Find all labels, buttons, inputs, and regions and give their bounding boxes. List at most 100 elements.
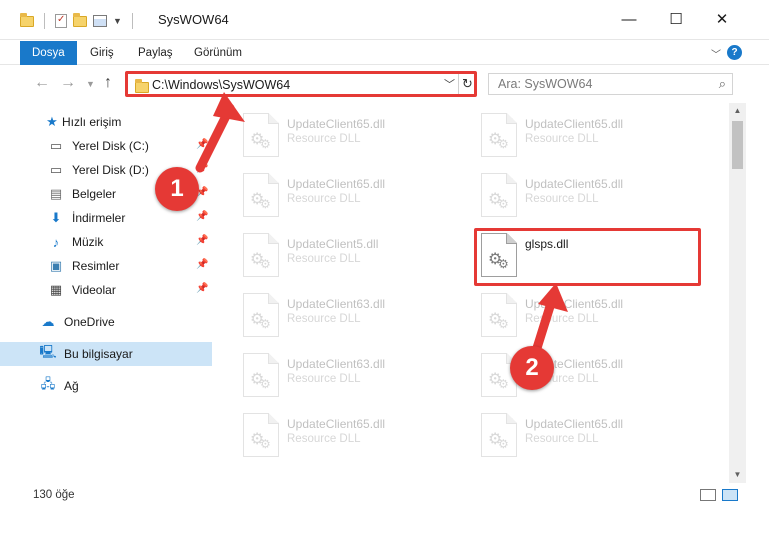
minimize-button[interactable]: —: [617, 8, 641, 30]
window-title: SysWOW64: [158, 12, 229, 27]
sidebar-item-label: Resimler: [72, 259, 120, 273]
gear-icon: ⚙: [498, 437, 509, 451]
tab-home[interactable]: Giriş: [90, 41, 114, 65]
vertical-scrollbar[interactable]: ▲ ▼: [729, 103, 746, 483]
gear-icon: ⚙: [498, 317, 509, 331]
sidebar-item-network[interactable]: 🖧 Ağ: [0, 374, 212, 398]
tab-view[interactable]: Görünüm: [194, 41, 242, 65]
address-dropdown-chevron-icon[interactable]: ﹀: [444, 76, 455, 92]
tab-file[interactable]: Dosya: [20, 41, 77, 65]
new-folder-icon[interactable]: [73, 12, 87, 27]
sidebar-item-label: OneDrive: [64, 315, 115, 329]
file-item[interactable]: ⚙ ⚙ UpdateClient65.dll Resource DLL: [451, 407, 681, 463]
sidebar-item-local-disk-c[interactable]: ▭ Yerel Disk (C:) 📌: [0, 134, 212, 158]
properties-check-icon[interactable]: [55, 14, 67, 28]
expand-ribbon-chevron-icon[interactable]: ﹀: [711, 46, 721, 61]
file-item[interactable]: ⚙ ⚙ UpdateClient5.dll Resource DLL: [213, 227, 443, 283]
file-name: UpdateClient63.dll: [287, 297, 386, 311]
pictures-icon: ▣: [49, 258, 63, 273]
sidebar-item-pictures[interactable]: ▣ Resimler 📌: [0, 254, 212, 278]
status-bar: 130 öğe: [0, 483, 769, 507]
sidebar-item-label: Yerel Disk (C:): [72, 139, 149, 153]
file-list: ⚙ ⚙ UpdateClient65.dll Resource DLL ⚙ ⚙ Up…: [213, 103, 729, 483]
pin-icon[interactable]: 📌: [196, 283, 208, 294]
sidebar-item-music[interactable]: ♪ Müzik 📌: [0, 230, 212, 254]
details-view-icon[interactable]: [700, 489, 716, 501]
gear-icon: ⚙: [260, 377, 271, 391]
file-item[interactable]: ⚙ ⚙ UpdateClient65.dll Resource DLL: [451, 107, 681, 163]
dll-file-icon: ⚙ ⚙: [243, 113, 279, 157]
file-type: Resource DLL: [525, 433, 599, 445]
dll-file-icon: ⚙ ⚙: [481, 113, 517, 157]
drive-icon: ▭: [49, 138, 63, 153]
cloud-icon: ☁: [41, 314, 55, 329]
gear-icon: ⚙: [498, 197, 509, 211]
file-type: Resource DLL: [287, 433, 361, 445]
sidebar-item-label: Videolar: [72, 283, 116, 297]
drive-icon: ▭: [49, 162, 63, 177]
navigation-bar: ← → ▼ ↑ C:\Windows\SysWOW64 ﹀ ↻ Ara: Sys…: [0, 66, 769, 102]
maximize-button[interactable]: ☐: [664, 8, 688, 30]
dll-file-icon: ⚙ ⚙: [481, 413, 517, 457]
videos-icon: ▦: [49, 282, 63, 297]
dll-file-icon: ⚙ ⚙: [243, 353, 279, 397]
dll-file-icon: ⚙ ⚙: [243, 233, 279, 277]
help-icon[interactable]: ?: [727, 45, 742, 60]
address-path[interactable]: C:\Windows\SysWOW64: [152, 78, 290, 92]
scrollbar-thumb[interactable]: [732, 121, 743, 169]
sidebar-item-this-pc[interactable]: 🖳 Bu bilgisayar: [0, 342, 212, 366]
file-type: Resource DLL: [287, 133, 361, 145]
dll-file-icon: ⚙ ⚙: [481, 173, 517, 217]
search-icon[interactable]: ⌕: [719, 76, 726, 92]
gear-icon: ⚙: [260, 137, 271, 151]
sidebar-item-onedrive[interactable]: ☁ OneDrive: [0, 310, 212, 334]
search-input[interactable]: Ara: SysWOW64 ⌕: [488, 73, 733, 95]
gear-icon: ⚙: [498, 377, 509, 391]
file-item[interactable]: ⚙ ⚙ UpdateClient63.dll Resource DLL: [213, 347, 443, 403]
file-item[interactable]: ⚙ ⚙ UpdateClient65.dll Resource DLL: [213, 107, 443, 163]
refresh-icon[interactable]: ↻: [458, 74, 476, 94]
search-placeholder: Ara: SysWOW64: [498, 77, 593, 91]
pin-icon[interactable]: 📌: [196, 259, 208, 270]
file-item[interactable]: ⚙ ⚙ UpdateClient65.dll Resource DLL: [213, 407, 443, 463]
large-icons-view-icon[interactable]: [722, 489, 738, 501]
back-arrow-icon[interactable]: ←: [34, 74, 50, 92]
sidebar-item-videos[interactable]: ▦ Videolar 📌: [0, 278, 212, 302]
file-name: UpdateClient65.dll: [525, 177, 624, 191]
pin-icon[interactable]: 📌: [196, 211, 208, 222]
file-item[interactable]: ⚙ ⚙ UpdateClient65.dll Resource DLL: [213, 167, 443, 223]
file-type: Resource DLL: [525, 193, 599, 205]
file-item[interactable]: ⚙ ⚙ UpdateClient65.dll Resource DLL: [451, 347, 681, 403]
item-count: 130 öğe: [33, 489, 75, 501]
title-bar: ▼ SysWOW64 — ☐ ✕: [0, 0, 769, 40]
file-name: UpdateClient63.dll: [287, 357, 386, 371]
sidebar-item-label: Müzik: [72, 235, 104, 249]
scroll-up-arrow-icon[interactable]: ▲: [729, 103, 746, 119]
scroll-down-arrow-icon[interactable]: ▼: [729, 467, 746, 483]
tab-share[interactable]: Paylaş: [138, 41, 173, 65]
customize-toolbar-caret-icon[interactable]: ▼: [113, 16, 122, 26]
file-type: Resource DLL: [287, 253, 361, 265]
gear-icon: ⚙: [260, 257, 271, 271]
pin-icon[interactable]: 📌: [196, 163, 208, 174]
view-options-icon[interactable]: [93, 15, 107, 27]
file-type: Resource DLL: [287, 193, 361, 205]
pin-icon[interactable]: 📌: [196, 139, 208, 150]
gear-icon: ⚙: [260, 197, 271, 211]
forward-arrow-icon[interactable]: →: [60, 74, 76, 92]
sidebar-item-label: Hızlı erişim: [62, 115, 122, 129]
file-item[interactable]: ⚙ ⚙ UpdateClient65.dll Resource DLL: [451, 167, 681, 223]
step-badge-2: 2: [510, 346, 554, 390]
close-button[interactable]: ✕: [710, 8, 734, 30]
address-bar[interactable]: C:\Windows\SysWOW64 ﹀ ↻: [125, 71, 477, 97]
dll-file-icon: ⚙ ⚙: [243, 413, 279, 457]
up-arrow-icon[interactable]: ↑: [104, 74, 112, 92]
file-item[interactable]: ⚙ ⚙ UpdateClient63.dll Resource DLL: [213, 287, 443, 343]
pin-icon[interactable]: 📌: [196, 235, 208, 246]
folder-icon[interactable]: [20, 12, 34, 27]
file-item[interactable]: ⚙ ⚙ UpdateClient65.dll Resource DLL: [451, 287, 681, 343]
recent-locations-chevron-icon[interactable]: ▼: [86, 79, 95, 89]
file-name: UpdateClient65.dll: [525, 417, 624, 431]
gear-icon: ⚙: [260, 437, 271, 451]
sidebar-item-quick-access[interactable]: ★ Hızlı erişim: [0, 110, 212, 134]
